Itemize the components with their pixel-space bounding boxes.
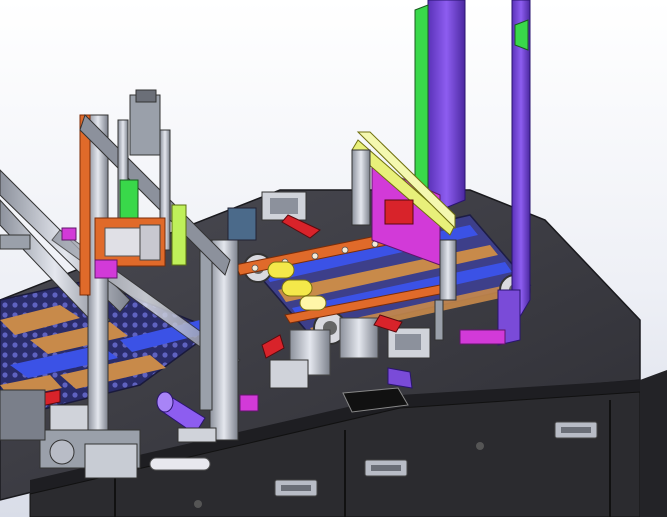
handle [364,459,408,477]
handle [554,421,598,439]
handle [274,479,318,497]
cad-viewport[interactable] [0,0,667,517]
machine-assembly-render [0,0,667,517]
